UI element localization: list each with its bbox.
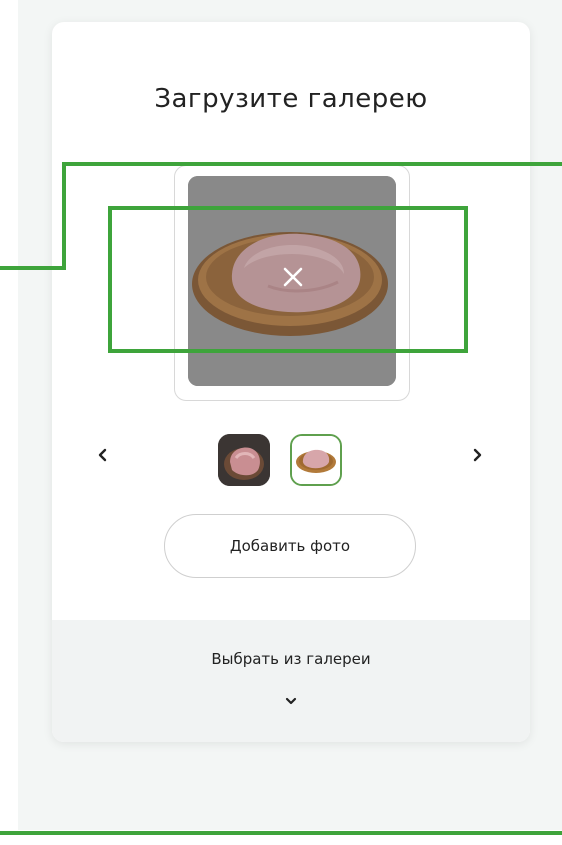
carousel-prev-button[interactable] xyxy=(88,440,118,470)
photo-preview-frame xyxy=(174,165,410,401)
expand-gallery-button[interactable] xyxy=(280,690,302,712)
gallery-select-panel: Выбрать из галереи xyxy=(52,620,530,742)
thumbnail-photo-2-selected[interactable] xyxy=(290,434,342,486)
close-icon xyxy=(283,267,303,287)
remove-photo-button[interactable] xyxy=(280,264,306,290)
thumbnail-photo-1[interactable] xyxy=(218,434,270,486)
add-photo-button[interactable]: Добавить фото xyxy=(164,514,416,578)
select-from-gallery-link[interactable]: Выбрать из галереи xyxy=(52,650,530,668)
chevron-left-icon xyxy=(98,448,107,462)
carousel-next-button[interactable] xyxy=(462,440,492,470)
chevron-right-icon xyxy=(473,448,482,462)
card-title: Загрузите галерею xyxy=(154,84,428,114)
meat-on-board-thumbnail-image xyxy=(292,436,340,484)
meat-thumbnail-image xyxy=(218,434,270,486)
chevron-down-icon xyxy=(285,697,297,705)
gallery-upload-card: Загрузите галерею Добавить фото Выбрать … xyxy=(52,22,530,742)
photo-preview xyxy=(188,176,396,386)
